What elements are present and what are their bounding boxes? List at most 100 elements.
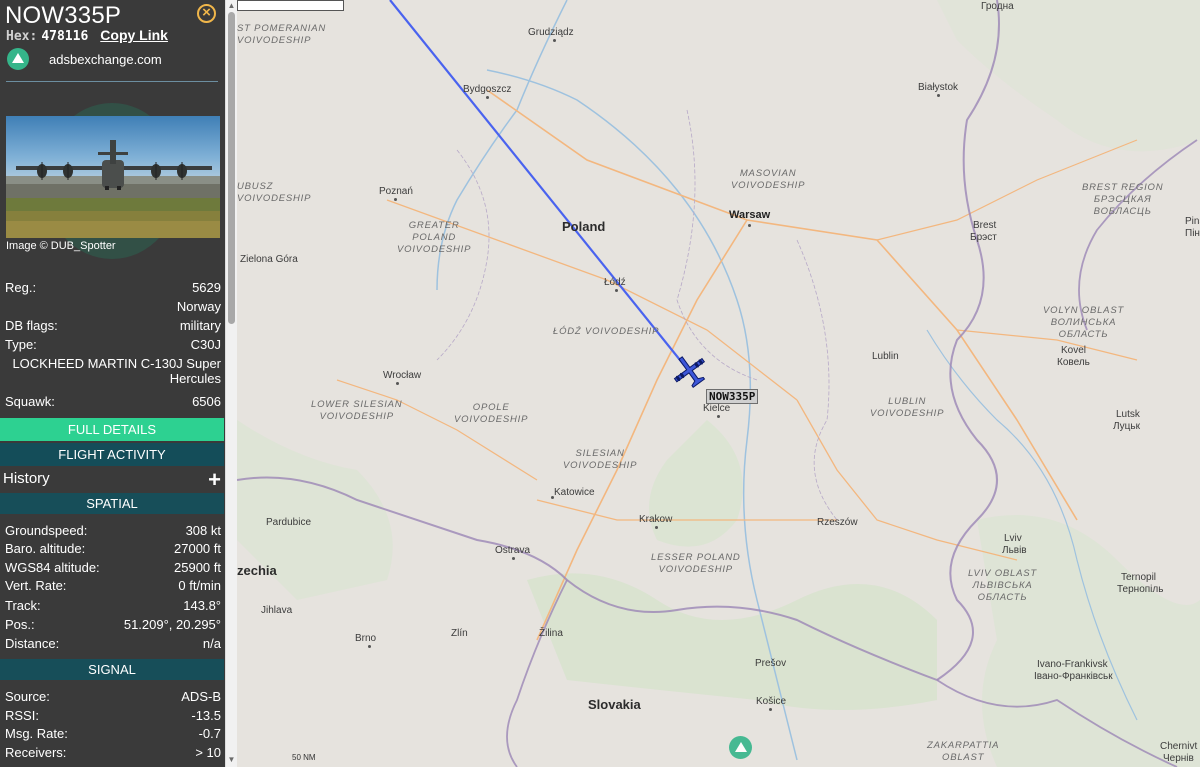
city-label-grudziadz: Grudziądz bbox=[528, 27, 574, 38]
vert-rate-row: Vert. Rate: 0 ft/min bbox=[0, 578, 222, 596]
region-text: LOWER SILESIAN VOIVODESHIP bbox=[311, 399, 403, 422]
scroll-up-arrow-icon[interactable]: ▲ bbox=[226, 0, 237, 11]
city-label-zlin: Zlín bbox=[451, 628, 468, 639]
city-label-bydgoszcz: Bydgoszcz bbox=[463, 84, 512, 95]
adsbexchange-map-logo-icon[interactable] bbox=[729, 736, 752, 759]
scale-label: 50 NM bbox=[292, 753, 316, 762]
msg-rate-value: -0.7 bbox=[198, 726, 221, 741]
reg-row: Reg.: 5629 bbox=[0, 280, 222, 298]
copy-link[interactable]: Copy Link bbox=[100, 27, 168, 43]
groundspeed-value: 308 kt bbox=[185, 523, 221, 538]
receivers-label: Receivers: bbox=[5, 745, 67, 760]
baro-altitude-value: 27000 ft bbox=[174, 541, 221, 556]
flight-activity-button[interactable]: FLIGHT ACTIVITY bbox=[0, 443, 224, 466]
city-label-jihlava: Jihlava bbox=[261, 605, 293, 616]
rssi-label: RSSI: bbox=[5, 708, 39, 723]
city-label-lublin: Lublin bbox=[872, 351, 899, 362]
map-view[interactable]: ST POMERANIAN VOIVODESHIP UBUSZ VOIVODES… bbox=[237, 0, 1200, 767]
scroll-down-arrow-icon[interactable]: ▼ bbox=[226, 754, 237, 765]
city-label-brest-cyrillic: Брэст bbox=[970, 232, 997, 243]
vert-rate-label: Vert. Rate: bbox=[5, 578, 67, 593]
city-label-pinsk: Pins bbox=[1185, 216, 1200, 227]
sidebar-scrollbar[interactable]: ▲ ▼ bbox=[225, 0, 237, 767]
city-dot bbox=[553, 39, 556, 42]
squawk-row: Squawk: 6506 bbox=[0, 394, 222, 412]
scrollbar-thumb[interactable] bbox=[228, 12, 235, 324]
city-dot bbox=[551, 496, 554, 499]
city-label-lodz: Łódź bbox=[604, 277, 626, 288]
source-value: ADS-B bbox=[181, 689, 221, 704]
city-label-chernivtsi-cyrillic: Чернів bbox=[1163, 753, 1194, 764]
signal-section-header: SIGNAL bbox=[0, 659, 224, 680]
aircraft-info-sidebar: NOW335P × Hex: 478116 Copy Link adsbexchan… bbox=[0, 0, 225, 767]
wgs84-altitude-row: WGS84 altitude: 25900 ft bbox=[0, 560, 222, 578]
scale-bar bbox=[237, 0, 344, 11]
expand-plus-icon[interactable]: + bbox=[208, 467, 221, 493]
receivers-row: Receivers: > 10 bbox=[0, 745, 222, 763]
city-dot bbox=[396, 382, 399, 385]
divider bbox=[6, 81, 218, 82]
adsbexchange-link-text[interactable]: adsbexchange.com bbox=[49, 52, 162, 67]
squawk-value: 6506 bbox=[192, 394, 221, 409]
country-value: Norway bbox=[176, 299, 221, 314]
baro-altitude-label: Baro. altitude: bbox=[5, 541, 86, 556]
type-description: LOCKHEED MARTIN C-130J Super Hercules bbox=[12, 356, 221, 386]
db-flags-row: DB flags: military bbox=[0, 318, 222, 336]
groundspeed-row: Groundspeed: 308 kt bbox=[0, 523, 222, 541]
city-label-presov: Prešov bbox=[755, 658, 787, 669]
map-base bbox=[237, 0, 1200, 767]
aircraft-photo[interactable] bbox=[6, 116, 220, 238]
type-label: Type: bbox=[5, 337, 37, 352]
city-label-brest: Brest bbox=[973, 220, 997, 231]
city-label-poznan: Poznań bbox=[379, 186, 413, 197]
city-label-ternopil-cyrillic: Тернопіль bbox=[1117, 584, 1164, 595]
city-label-wroclaw: Wrocław bbox=[383, 370, 422, 381]
track-value: 143.8° bbox=[183, 598, 221, 613]
city-label-pinsk-cyrillic: Пінс bbox=[1185, 228, 1200, 239]
position-value: 51.209°, 20.295° bbox=[123, 617, 221, 632]
distance-row: Distance: n/a bbox=[0, 636, 222, 654]
close-icon[interactable]: × bbox=[197, 4, 216, 23]
city-dot bbox=[512, 557, 515, 560]
db-flags-label: DB flags: bbox=[5, 318, 58, 333]
aircraft-marker-icon[interactable] bbox=[669, 352, 711, 390]
adsbexchange-link[interactable]: adsbexchange.com bbox=[7, 48, 162, 70]
city-label-kosice: Košice bbox=[756, 696, 787, 707]
city-label-ivano-frankivsk: Ivano-Frankivsk bbox=[1037, 659, 1108, 670]
hex-value: 478116 bbox=[41, 29, 89, 44]
city-dot bbox=[394, 198, 397, 201]
region-text: OPOLE VOIVODESHIP bbox=[454, 402, 529, 425]
city-label-zielona-gora: Zielona Góra bbox=[240, 254, 298, 265]
country-label-czechia: zechia bbox=[237, 563, 277, 578]
wgs84-altitude-value: 25900 ft bbox=[174, 560, 221, 575]
aircraft-label[interactable]: NOW335P bbox=[706, 389, 759, 404]
distance-value: n/a bbox=[202, 636, 221, 651]
region-text: GREATER POLAND VOIVODESHIP bbox=[397, 220, 472, 255]
region-label-opole: OPOLE VOIVODESHIP bbox=[454, 402, 528, 426]
city-dot bbox=[368, 645, 371, 648]
rssi-value: -13.5 bbox=[191, 708, 221, 723]
adsbexchange-logo-icon bbox=[7, 48, 29, 70]
city-label-ternopil: Ternopil bbox=[1121, 572, 1157, 583]
region-label-lublin: LUBLIN VOIVODESHIP bbox=[870, 396, 944, 420]
city-dot bbox=[937, 94, 940, 97]
baro-altitude-row: Baro. altitude: 27000 ft bbox=[0, 541, 222, 559]
region-text: UBUSZ VOIVODESHIP bbox=[237, 181, 312, 204]
reg-value: 5629 bbox=[192, 280, 221, 295]
city-label-lviv: Lviv bbox=[1004, 533, 1022, 544]
type-row: Type: C30J bbox=[0, 337, 222, 355]
region-label-silesian: SILESIAN VOIVODESHIP bbox=[563, 448, 637, 472]
history-header[interactable]: History + bbox=[0, 467, 224, 493]
history-label: History bbox=[3, 470, 50, 487]
city-label-bialystok: Białystok bbox=[918, 82, 959, 93]
squawk-label: Squawk: bbox=[5, 394, 55, 409]
city-label-warsaw: Warsaw bbox=[729, 209, 771, 221]
position-label: Pos.: bbox=[5, 617, 35, 632]
full-details-button[interactable]: FULL DETAILS bbox=[0, 418, 224, 441]
country-label-poland: Poland bbox=[562, 219, 606, 234]
region-text: BREST REGION БРЭСЦКАЯ ВОБЛАСЦЬ bbox=[1082, 182, 1164, 217]
region-text: LUBLIN VOIVODESHIP bbox=[870, 396, 945, 419]
city-label-ivano-frankivsk-cyrillic: Івано-Франківськ bbox=[1034, 671, 1113, 682]
region-label-greater-poland: GREATER POLAND VOIVODESHIP bbox=[397, 220, 471, 256]
city-label-kovel: Kovel bbox=[1061, 345, 1087, 356]
